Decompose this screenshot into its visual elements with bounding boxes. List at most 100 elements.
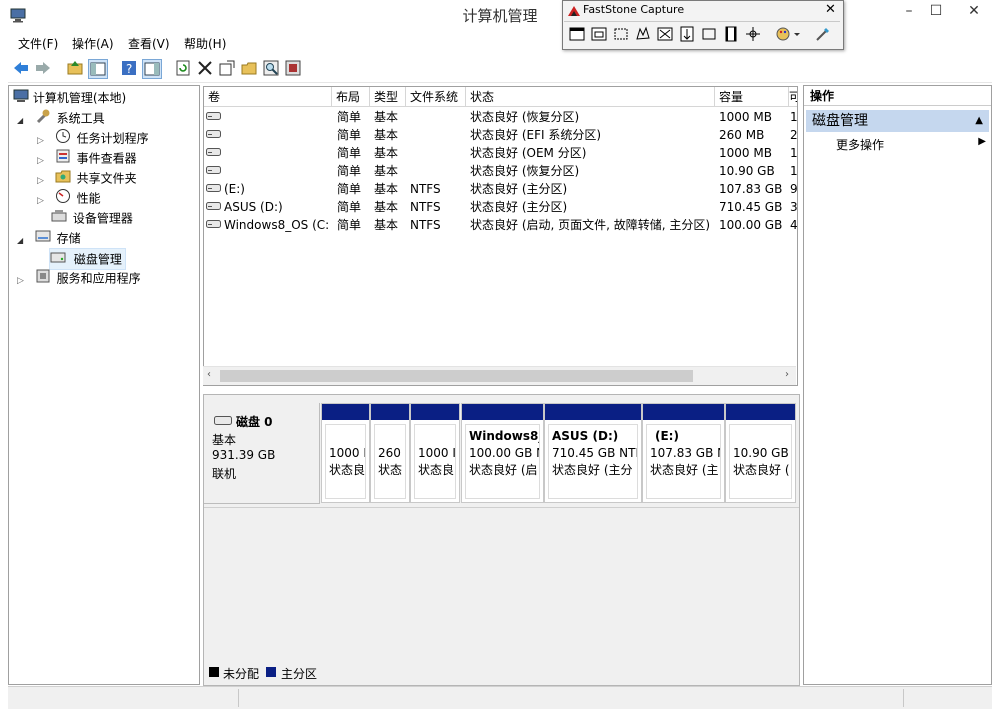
partition-block[interactable]: 260 状态 [370,403,410,503]
capture-object-icon[interactable] [589,24,609,44]
navigation-tree: 计算机管理(本地) ◢ 系统工具 ▷ 任务计划程序 ▷ 事件查看器 ▷ 共享文件… [8,85,200,685]
tree-item-shared-folders[interactable]: ▷ 共享文件夹 [37,168,137,188]
scroll-left-icon[interactable]: ‹ [207,369,211,380]
cell-volume [206,144,330,162]
capture-fullscreen-icon[interactable] [655,24,675,44]
table-row[interactable]: Windows8_OS (C:) 简单 基本 NTFS 状态良好 (启动, 页面文件, … [204,216,797,234]
tree-item-performance[interactable]: ▷ 性能 [37,188,101,208]
legend-primary-swatch [266,667,276,677]
column-header-type[interactable]: 类型 [370,87,406,107]
tree-item-task-scheduler[interactable]: ▷ 任务计划程序 [37,128,149,148]
cell-type: 基本 [374,146,399,160]
cell-type: 基本 [374,110,399,124]
partition-block[interactable]: 10.90 GB 状态良好 ( [725,403,796,503]
table-row[interactable]: 简单 基本 状态良好 (OEM 分区) 1000 MB 1 [204,144,797,162]
delete-icon[interactable] [196,59,214,77]
settings-brush-icon[interactable] [813,24,833,44]
table-row[interactable]: (E:) 简单 基本 NTFS 状态良好 (主分区) 107.83 GB 9 [204,180,797,198]
disk-divider [204,507,799,508]
cell-filesystem [410,144,466,162]
properties-icon[interactable] [218,59,236,77]
actions-section-disk-management[interactable]: 磁盘管理 ▲ [806,110,989,132]
cell-capacity: 100.00 GB [719,218,783,232]
expand-icon[interactable]: ◢ [17,231,31,251]
help-icon[interactable]: ? [120,59,138,77]
column-header-capacity[interactable]: 容量 [715,87,789,107]
collapse-up-icon[interactable]: ▲ [975,110,983,132]
computer-icon [13,89,29,109]
column-header-free[interactable]: 可 [789,87,797,107]
tree-item-device-manager[interactable]: 设备管理器 [51,208,133,228]
cell-free: 2 [790,128,797,142]
capture-video-icon[interactable] [721,24,741,44]
partition-block-d[interactable]: ASUS (D:) 710.45 GB NTI 状态良好 (主分 [544,403,642,503]
output-palette-icon[interactable] [773,24,803,44]
disk-type: 基本 [212,433,237,447]
partition-block-c[interactable]: Windows8_ 100.00 GB N 状态良好 (启 [461,403,544,503]
capture-fixed-region-icon[interactable] [699,24,719,44]
capture-scrolling-icon[interactable] [677,24,697,44]
disk-0-label[interactable]: 磁盘 0 基本 931.39 GB 联机 [204,403,320,504]
more-actions-item[interactable]: 更多操作 ▶ [836,136,986,153]
capture-window-icon[interactable] [567,24,587,44]
cell-layout: 简单 [337,128,362,142]
partition-block[interactable]: 1000 I 状态良 [321,403,370,503]
capture-close-button[interactable]: ✕ [825,2,836,17]
expand-icon[interactable]: ▷ [17,271,31,291]
cell-type: 基本 [374,218,399,232]
menu-action[interactable]: 操作(A) [72,35,114,52]
show-hide-tree-icon[interactable] [88,59,108,79]
cell-status: 状态良好 (恢复分区) [470,110,580,124]
tree-item-services-apps[interactable]: ▷ 服务和应用程序 [17,268,141,288]
tree-root[interactable]: 计算机管理(本地) [13,88,126,108]
partition-inner: (E:) 107.83 GB N 状态良好 (主 [646,424,721,499]
table-row[interactable]: ASUS (D:) 简单 基本 NTFS 状态良好 (主分区) 710.45 GB 3 [204,198,797,216]
scroll-right-icon[interactable]: › [785,369,789,380]
maximize-button[interactable]: ☐ [922,0,950,24]
search-icon[interactable] [262,59,280,77]
volume-name: ASUS (D:) [224,200,283,214]
forward-arrow-icon[interactable] [34,59,52,77]
performance-icon [55,188,73,210]
expand-icon[interactable]: ▷ [37,191,51,211]
capture-freehand-icon[interactable] [633,24,653,44]
column-header-filesystem[interactable]: 文件系统 [406,87,466,107]
crosshair-icon[interactable] [743,24,763,44]
cell-filesystem: NTFS [410,182,441,196]
menu-help[interactable]: 帮助(H) [184,35,226,52]
table-row[interactable]: 简单 基本 状态良好 (EFI 系统分区) 260 MB 2 [204,126,797,144]
cell-capacity: 260 MB [719,128,765,142]
horizontal-scrollbar[interactable]: ‹ › [203,366,796,385]
up-folder-icon[interactable] [66,59,84,77]
menu-view[interactable]: 查看(V) [128,35,170,52]
close-button[interactable]: ✕ [951,0,997,24]
column-header-layout[interactable]: 布局 [332,87,370,107]
settings-icon[interactable] [284,59,302,77]
table-row[interactable]: 简单 基本 状态良好 (恢复分区) 10.90 GB 1 [204,162,797,180]
cell-capacity: 107.83 GB [719,182,783,196]
back-arrow-icon[interactable] [12,59,30,77]
minimize-button[interactable]: – [895,0,923,24]
partition-block-e[interactable]: (E:) 107.83 GB N 状态良好 (主 [642,403,725,503]
column-header-status[interactable]: 状态 [466,87,715,107]
menu-file[interactable]: 文件(F) [18,35,58,52]
expand-icon[interactable]: ◢ [17,111,31,131]
open-folder-icon[interactable] [240,59,258,77]
refresh-icon[interactable] [174,59,192,77]
table-row[interactable]: 简单 基本 状态良好 (恢复分区) 1000 MB 1 [204,108,797,126]
show-action-pane-icon[interactable] [142,59,162,79]
partition-line1: 260 [378,446,401,460]
tree-item-disk-management[interactable]: 磁盘管理 [49,248,126,270]
cell-filesystem [410,162,466,180]
faststone-logo-icon [567,5,581,20]
volume-drive-icon [206,108,224,126]
partition-bar [462,404,543,420]
partition-line2: 状态良好 (启 [469,463,538,477]
tree-item-event-viewer[interactable]: ▷ 事件查看器 [37,148,137,168]
tree-item-system-tools[interactable]: ◢ 系统工具 [17,108,105,128]
scroll-thumb[interactable] [220,370,693,382]
tree-item-storage[interactable]: ◢ 存储 [17,228,81,248]
column-header-volume[interactable]: 卷 [204,87,332,107]
capture-rectangle-icon[interactable] [611,24,631,44]
partition-block[interactable]: 1000 I 状态良 [410,403,460,503]
